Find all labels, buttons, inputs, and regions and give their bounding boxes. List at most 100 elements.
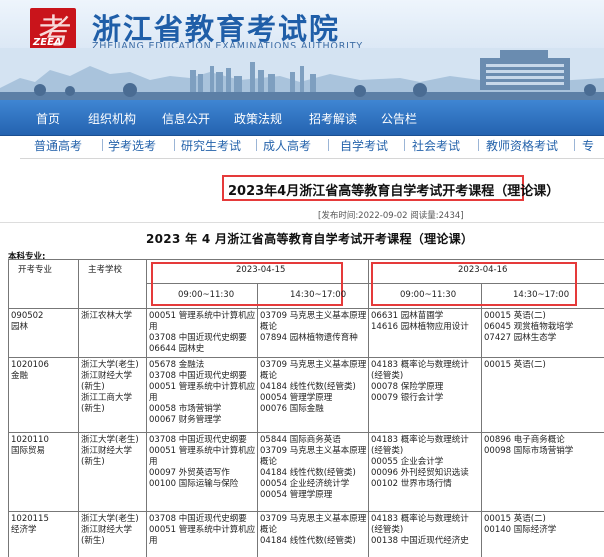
cell-line: 园林 <box>11 322 29 332</box>
subnav-divider <box>404 139 405 151</box>
course-cell: 05844 国际商务英语 03709 马克思主义基本原理 概论 04184 线性代数(… <box>260 435 366 501</box>
subnav-xuekao[interactable]: 学考选考 <box>108 137 156 154</box>
nav-bulletin[interactable]: 公告栏 <box>381 110 417 127</box>
cell-line: 00098 国际市场营销学 <box>484 446 574 456</box>
header-divider <box>0 222 604 223</box>
cell-line: (新生) <box>81 382 105 392</box>
nav-policies[interactable]: 政策法规 <box>234 110 282 127</box>
cell-line: 国际贸易 <box>11 446 46 456</box>
cell-line: 00140 国际经济学 <box>484 525 557 535</box>
header-time-4: 14:30~17:00 <box>513 290 570 300</box>
cell-line: 用 <box>149 393 158 403</box>
subnav-self-study[interactable]: 自学考试 <box>340 137 388 154</box>
course-cell: 03708 中国近现代史纲要 00051 管理系统中计算机应用 <box>149 514 255 547</box>
nav-home[interactable]: 首页 <box>36 110 60 127</box>
nav-organization[interactable]: 组织机构 <box>88 110 136 127</box>
school-cell: 浙江大学(老生) 浙江财经大学 (新生) <box>81 514 139 547</box>
cell-line: 00138 中国近现代经济史 <box>371 536 469 546</box>
course-cell: 00896 电子商务概论 00098 国际市场营销学 <box>484 435 573 457</box>
main-navigation: 首页 组织机构 信息公开 政策法规 招考解读 公告栏 <box>0 100 604 136</box>
cell-line: 00078 保险学原理 <box>371 382 444 392</box>
cell-line: 00015 英语(二) <box>484 514 546 524</box>
major-cell: 1020115 经济学 <box>11 514 49 536</box>
cell-line: 概论 <box>260 322 278 332</box>
article-title: 2023年4月浙江省高等教育自学考试开考课程（理论课） <box>228 184 560 199</box>
subnav-divider <box>328 139 329 151</box>
course-cell: 06631 园林苗圃学 14616 园林植物应用设计 <box>371 311 469 333</box>
course-cell: 03708 中国近现代史纲要 00051 管理系统中计算机应用 00097 外贸英语… <box>149 435 255 490</box>
cell-line: 04184 线性代数(经管类) <box>260 468 356 478</box>
cell-line: 03708 中国近现代史纲要 <box>149 514 247 524</box>
cell-line: 03708 中国近现代史纲要 <box>149 333 247 343</box>
cell-line: 03709 马克思主义基本原理 <box>260 311 367 321</box>
cell-line: 03709 马克思主义基本原理 <box>260 360 367 370</box>
cell-line: 04183 概率论与数理统计 <box>371 360 469 370</box>
cell-line: 概论 <box>260 457 278 467</box>
article-meta: [发布时间:2022-09-02 阅读量:2434] <box>318 211 464 221</box>
subnav-teacher[interactable]: 教师资格考试 <box>486 137 558 154</box>
cell-line: 00054 管理学原理 <box>260 490 333 500</box>
cell-line: 用 <box>149 322 158 332</box>
cell-line: (新生) <box>81 457 105 467</box>
cell-line: 00054 管理学原理 <box>260 393 333 403</box>
subnav-gaokao[interactable]: 普通高考 <box>34 137 82 154</box>
nav-info-disclosure[interactable]: 信息公开 <box>162 110 210 127</box>
nav-admission-interpretation[interactable]: 招考解读 <box>309 110 357 127</box>
cell-line: 00015 英语(二) <box>484 311 546 321</box>
school-cell: 浙江大学(老生) 浙江财经大学 (新生) <box>81 435 139 468</box>
major-cell: 090502 园林 <box>11 311 43 333</box>
header-major: 开考专业 <box>18 265 53 275</box>
cell-line: 05844 国际商务英语 <box>260 435 341 445</box>
course-cell: 04183 概率论与数理统计 (经管类) 00138 中国近现代经济史 <box>371 514 469 547</box>
cell-line: 浙江财经大学 <box>81 371 133 381</box>
school-cell: 浙江大学(老生) 浙江财经大学 (新生) 浙江工商大学 (新生) <box>81 360 139 415</box>
course-cell: 03709 马克思主义基本原理 概论 04184 线性代数(经管类) <box>260 514 366 547</box>
cell-line: 04183 概率论与数理统计 <box>371 435 469 445</box>
cell-line: 00067 财务管理学 <box>149 415 222 425</box>
cell-line: 04184 线性代数(经管类) <box>260 382 356 392</box>
cell-line: 用 <box>149 536 158 546</box>
cell-line: 浙江大学(老生) <box>81 435 139 445</box>
cell-line: 1020115 <box>11 514 49 524</box>
cell-line: 浙江农林大学 <box>81 311 133 321</box>
cell-line: 03709 马克思主义基本原理 <box>260 514 367 524</box>
course-cell: 00015 英语(二) 06045 观赏植物栽培学 07427 园林生态学 <box>484 311 573 344</box>
sub-navigation: 普通高考 学考选考 研究生考试 成人高考 自学考试 社会考试 教师资格考试 专 <box>20 136 604 159</box>
cell-line: 090502 <box>11 311 44 321</box>
cell-line: 05678 金融法 <box>149 360 205 370</box>
cell-line: 00015 英语(二) <box>484 360 546 370</box>
cell-line: 00100 国际运输与保险 <box>149 479 239 489</box>
cell-line: 1020110 <box>11 435 49 445</box>
cell-line: 用 <box>149 457 158 467</box>
cell-line: 06631 园林苗圃学 <box>371 311 444 321</box>
course-cell: 04183 概率论与数理统计 (经管类) 00078 保险学原理 00079 银行会计… <box>371 360 469 404</box>
cell-line: 浙江财经大学 <box>81 525 133 535</box>
major-cell: 1020110 国际贸易 <box>11 435 49 457</box>
cell-line: (新生) <box>81 536 105 546</box>
subnav-more[interactable]: 专 <box>582 137 594 154</box>
subnav-social[interactable]: 社会考试 <box>412 137 460 154</box>
cell-line: 浙江工商大学 <box>81 393 133 403</box>
cell-line: 00055 企业会计学 <box>371 457 444 467</box>
cell-line: 07427 园林生态学 <box>484 333 557 343</box>
course-cell: 00015 英语(二) 00140 国际经济学 <box>484 514 556 536</box>
cell-line: 04183 概率论与数理统计 <box>371 514 469 524</box>
header-time-1: 09:00~11:30 <box>178 290 235 300</box>
cell-line: 00051 管理系统中计算机应 <box>149 525 256 535</box>
cell-line: 00102 世界市场行情 <box>371 479 452 489</box>
header-date-1: 2023-04-15 <box>236 265 286 275</box>
cell-line: 06045 观赏植物栽培学 <box>484 322 574 332</box>
cell-line: 04184 线性代数(经管类) <box>260 536 356 546</box>
cell-line: 03708 中国近现代史纲要 <box>149 435 247 445</box>
cell-line: 1020106 <box>11 360 49 370</box>
site-logo[interactable]: 考 ZEEA <box>30 8 76 52</box>
header-date-2: 2023-04-16 <box>458 265 508 275</box>
course-cell: 03709 马克思主义基本原理 概论 07894 园林植物遗传育种 <box>260 311 366 344</box>
cell-line: 00896 电子商务概论 <box>484 435 565 445</box>
cell-line: (新生) <box>81 404 105 414</box>
course-cell: 04183 概率论与数理统计 (经管类) 00055 企业会计学 00096 外刊经贸… <box>371 435 469 490</box>
cell-line: 00076 国际金融 <box>260 404 324 414</box>
subnav-graduate[interactable]: 研究生考试 <box>181 137 241 154</box>
subnav-adult[interactable]: 成人高考 <box>263 137 311 154</box>
content-title: 2023 年 4 月浙江省高等教育自学考试开考课程（理论课） <box>146 232 474 246</box>
